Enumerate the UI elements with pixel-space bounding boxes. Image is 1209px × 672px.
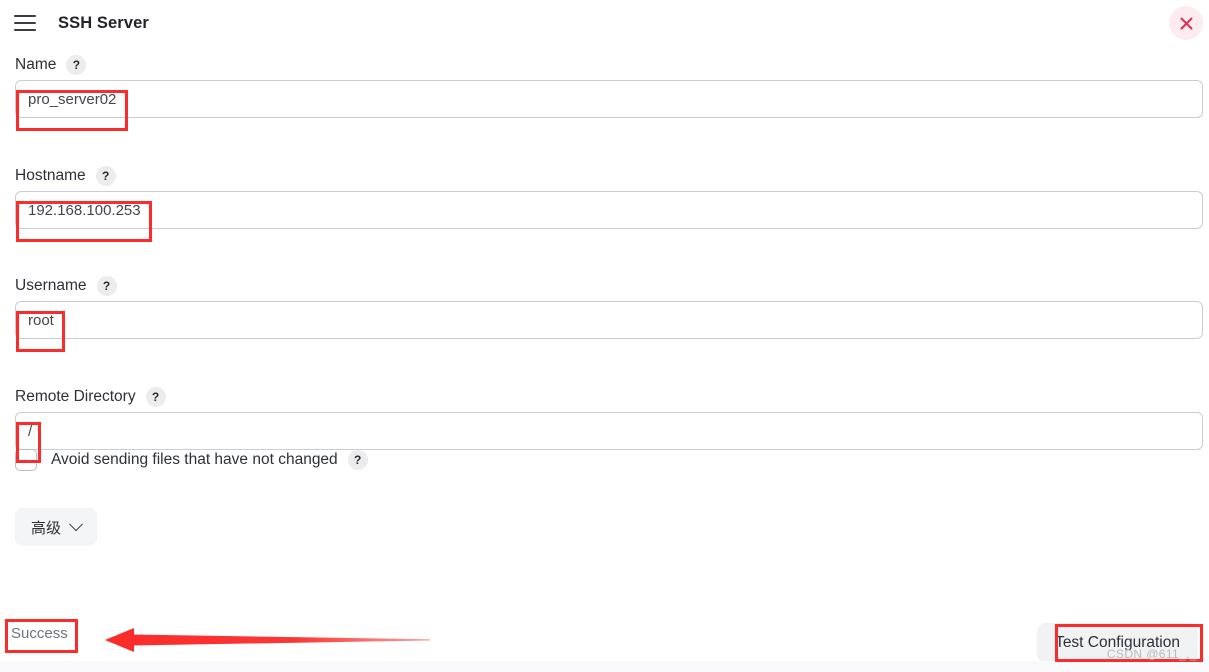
remote-directory-input[interactable]: [15, 412, 1203, 450]
field-remote-directory-label-row: Remote Directory ?: [15, 382, 1203, 412]
hamburger-line: [14, 29, 36, 31]
field-hostname-label: Hostname: [15, 167, 86, 184]
field-hostname: Hostname ?: [0, 161, 1209, 229]
close-button[interactable]: [1169, 6, 1203, 40]
footer-bar: [0, 661, 1209, 672]
field-name-label-row: Name ?: [15, 50, 1203, 80]
field-name-label: Name: [15, 56, 57, 73]
help-icon[interactable]: ?: [66, 55, 87, 75]
avoid-sending-unchanged-label: Avoid sending files that have not change…: [51, 451, 338, 468]
arrow-left-icon: [105, 628, 430, 652]
field-hostname-label-row: Hostname ?: [15, 161, 1203, 191]
hamburger-line: [14, 15, 36, 17]
help-icon[interactable]: ?: [347, 450, 368, 470]
advanced-toggle-button[interactable]: 高级: [15, 508, 98, 546]
window-header: SSH Server: [0, 0, 1209, 46]
chevron-down-icon: [68, 517, 84, 532]
avoid-sending-unchanged-row: Avoid sending files that have not change…: [15, 449, 368, 471]
field-name: Name ?: [0, 50, 1209, 118]
field-username-label: Username: [15, 277, 87, 294]
username-input[interactable]: [15, 301, 1203, 339]
help-icon[interactable]: ?: [96, 276, 117, 296]
field-username: Username ?: [0, 271, 1209, 339]
status-text: Success: [11, 625, 68, 642]
test-configuration-button[interactable]: Test Configuration: [1037, 623, 1198, 663]
field-username-label-row: Username ?: [15, 271, 1203, 301]
page-title: SSH Server: [58, 13, 149, 32]
avoid-sending-unchanged-checkbox[interactable]: [15, 449, 37, 471]
advanced-toggle-label: 高级: [31, 519, 62, 537]
close-icon: [1180, 17, 1192, 29]
hamburger-line: [14, 22, 36, 24]
hamburger-icon[interactable]: [14, 15, 36, 31]
help-icon[interactable]: ?: [145, 387, 166, 407]
annotation-arrow: [100, 620, 430, 660]
name-input[interactable]: [15, 80, 1203, 118]
help-icon[interactable]: ?: [95, 166, 116, 186]
field-remote-directory-label: Remote Directory: [15, 388, 136, 405]
field-remote-directory: Remote Directory ?: [0, 382, 1209, 450]
hostname-input[interactable]: [15, 191, 1203, 229]
